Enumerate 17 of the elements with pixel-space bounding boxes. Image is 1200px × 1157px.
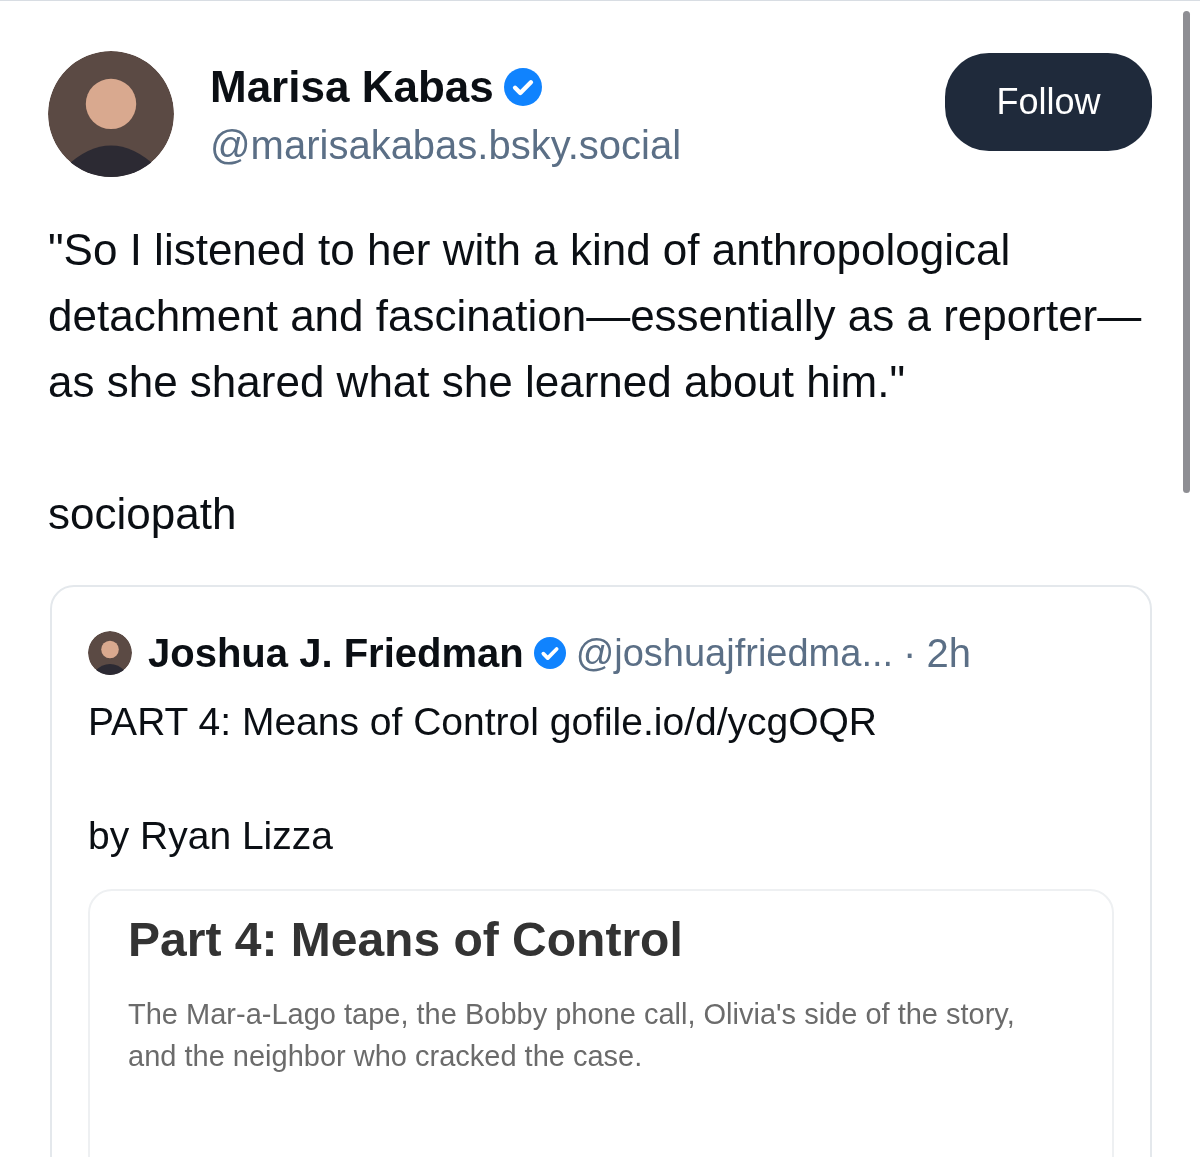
author-name[interactable]: Marisa Kabas <box>210 57 494 117</box>
avatar <box>88 631 132 675</box>
post-text: "So I listened to her with a kind of anthropological detachment and fascination—essentially as a reporter—as she shared what she learned about him." <box>48 224 1143 408</box>
quote-text: PART 4: Means of Control gofile.io/d/ycgOQR <box>88 699 879 745</box>
link-description: The Mar-a-Lago tape, the Bobby phone call, Olivia's side of the story, and the neighbor who cracked the case. <box>128 997 1016 1074</box>
post-text: sociopath <box>48 488 238 540</box>
quote-author-name[interactable]: Joshua J. Friedman <box>148 623 524 683</box>
link-card[interactable]: Part 4: Means of Control The Mar-a-Lago tape, the Bobby phone call, Olivia's side of the story, and the neighbor who cracked the case. <box>88 889 1114 1157</box>
quote-author-handle[interactable]: @joshuajfriedma... <box>575 624 894 682</box>
quote-card[interactable] <box>50 585 1152 1157</box>
scrollbar[interactable] <box>1183 11 1190 493</box>
post-time: 2h <box>926 630 971 677</box>
author-handle[interactable]: @marisakabas.bsky.social <box>210 117 945 173</box>
follow-button[interactable]: Follow <box>945 53 1152 151</box>
quote-text: by Ryan Lizza <box>88 813 334 859</box>
separator: · <box>903 630 917 677</box>
link-title: Part 4: Means of Control <box>128 912 684 968</box>
